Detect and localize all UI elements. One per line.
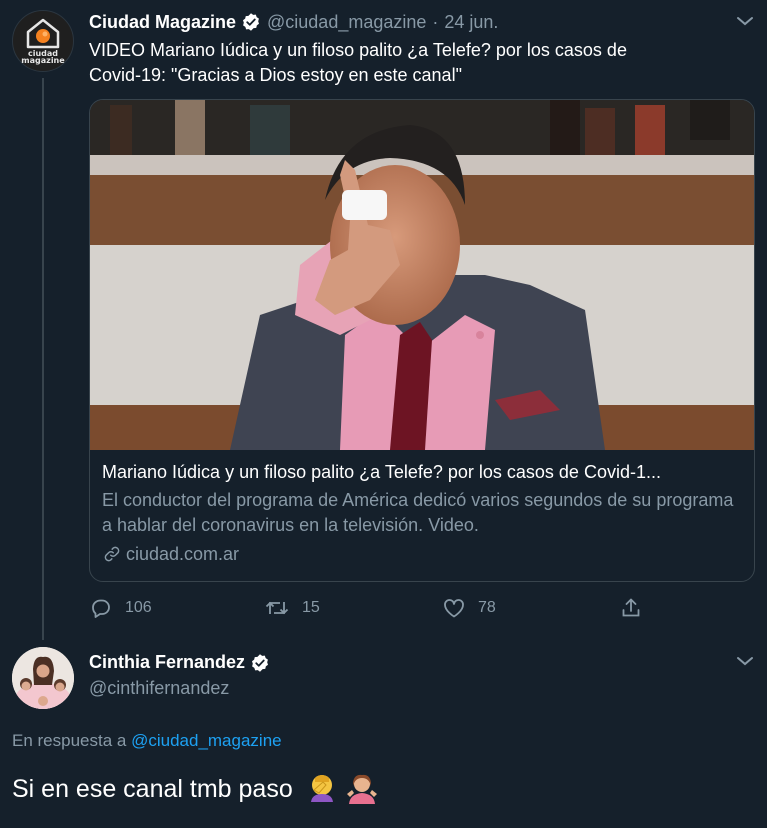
reply-button[interactable]: 106 xyxy=(89,594,152,622)
reply-context: En respuesta a @ciudad_magazine xyxy=(12,731,282,751)
shrug-emoji xyxy=(346,774,377,804)
author-name[interactable]: Ciudad Magazine xyxy=(89,12,236,33)
share-button[interactable] xyxy=(619,594,643,622)
tweet-actions: 106 15 78 xyxy=(89,594,649,622)
reply-author-name[interactable]: Cinthia Fernandez xyxy=(89,652,245,673)
card-title[interactable]: Mariano Iúdica y un filoso palito ¿a Tel… xyxy=(102,460,742,484)
card-domain-text: ciudad.com.ar xyxy=(126,544,240,564)
tweet-header: Ciudad Magazine @ciudad_magazine · 24 ju… xyxy=(89,10,498,34)
share-icon xyxy=(622,598,640,617)
reply-header: Cinthia Fernandez xyxy=(89,652,276,673)
profile-photo xyxy=(12,647,74,709)
verified-badge-icon xyxy=(252,653,269,672)
chevron-down-icon[interactable] xyxy=(736,15,754,27)
link-card[interactable]: Mariano Iúdica y un filoso palito ¿a Tel… xyxy=(89,99,755,582)
card-domain[interactable]: ciudad.com.ar xyxy=(102,542,742,566)
avatar-cinthia-fernandez[interactable] xyxy=(12,647,74,709)
card-description: El conductor del programa de América ded… xyxy=(102,490,734,535)
like-button[interactable]: 78 xyxy=(442,594,496,622)
reply-prefix: En respuesta a xyxy=(12,731,127,750)
avatar-ciudad-magazine[interactable]: ciudad magazine xyxy=(12,10,74,72)
facepalm-emoji xyxy=(310,775,333,802)
tweet-ciudad-magazine[interactable]: ciudad magazine Ciudad Magazine @ciudad_… xyxy=(0,0,767,640)
card-body: Mariano Iúdica y un filoso palito ¿a Tel… xyxy=(102,460,742,566)
reply-tweet-text: Si en ese canal tmb paso xyxy=(12,772,379,806)
author-handle[interactable]: @ciudad_magazine xyxy=(267,12,426,33)
retweet-icon xyxy=(265,601,289,615)
like-count: 78 xyxy=(478,599,496,616)
retweet-count: 15 xyxy=(302,599,320,616)
reply-count: 106 xyxy=(125,599,152,616)
chevron-down-icon[interactable] xyxy=(736,655,754,667)
verified-badge-icon xyxy=(243,13,260,31)
date-separator: · xyxy=(432,11,439,32)
reply-author-handle[interactable]: @cinthifernandez xyxy=(89,678,229,699)
thread-line xyxy=(42,78,44,640)
like-icon xyxy=(444,599,464,618)
retweet-button[interactable]: 15 xyxy=(264,594,320,622)
reply-to-handle-link[interactable]: @ciudad_magazine xyxy=(131,731,282,750)
link-icon xyxy=(104,546,120,562)
card-image[interactable] xyxy=(90,100,755,450)
tweet-text: VIDEO Mariano Iúdica y un filoso palito … xyxy=(89,40,627,85)
reply-icon xyxy=(92,599,110,618)
reply-text: Si en ese canal tmb paso xyxy=(12,774,293,803)
avatar-brand-text: ciudad magazine xyxy=(21,48,65,65)
tweet-date[interactable]: 24 jun. xyxy=(444,12,498,33)
house-logo-icon xyxy=(26,18,60,48)
